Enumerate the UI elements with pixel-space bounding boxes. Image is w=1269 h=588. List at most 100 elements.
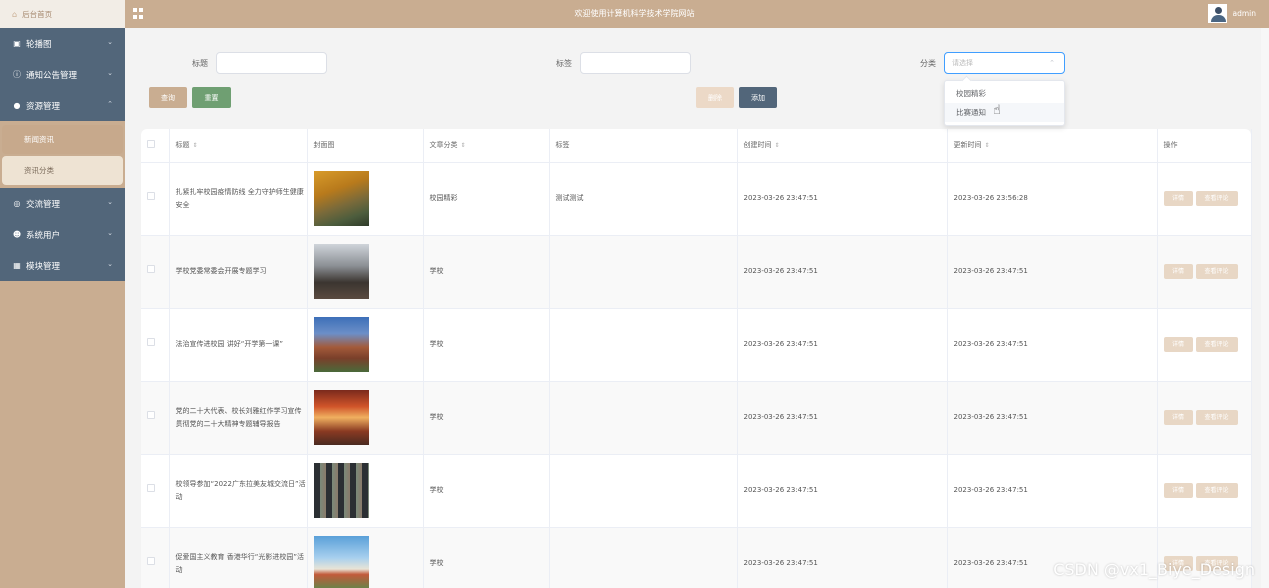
select-all-checkbox[interactable] bbox=[147, 140, 155, 149]
main-content: 标题 标签 分类 请选择 ⌃ 查询 重置 删除 添加 校园精彩 比赛通知 ☝ 标… bbox=[125, 28, 1269, 588]
tag-input[interactable] bbox=[580, 52, 691, 74]
sidebar-item-communication[interactable]: ◎ 交流管理 ⌄ bbox=[0, 188, 125, 219]
sidebar-subitem-news[interactable]: 新闻资讯 bbox=[2, 125, 123, 154]
cover-image[interactable] bbox=[313, 171, 369, 226]
view-comments-button[interactable]: 查看评论 bbox=[1195, 337, 1238, 352]
header-text: 更新时间 bbox=[953, 141, 982, 150]
cover-image[interactable] bbox=[313, 536, 369, 588]
row-checkbox[interactable] bbox=[147, 192, 155, 200]
row-checkbox[interactable] bbox=[147, 338, 155, 346]
cover-image[interactable] bbox=[313, 463, 369, 518]
hand-cursor-icon: ☝ bbox=[993, 103, 1001, 118]
tag-label: 标签 bbox=[556, 59, 572, 68]
row-checkbox[interactable] bbox=[147, 265, 155, 273]
view-comments-button[interactable]: 查看评论 bbox=[1195, 191, 1238, 206]
row-cover-cell bbox=[307, 235, 424, 309]
sort-icon[interactable]: ⇕ bbox=[461, 142, 466, 149]
select-all-cell[interactable] bbox=[141, 129, 170, 163]
row-select-cell[interactable] bbox=[141, 162, 170, 236]
sidebar-item-label: 模块管理 bbox=[26, 261, 61, 272]
detail-button[interactable]: 详情 bbox=[1163, 483, 1193, 498]
row-title: 校领导参加“2022广东拉美友城交流日”活动 bbox=[169, 454, 308, 528]
cover-image[interactable] bbox=[313, 390, 369, 445]
cover-image[interactable] bbox=[313, 317, 369, 372]
sort-icon[interactable]: ⇕ bbox=[775, 142, 780, 149]
row-created: 2023-03-26 23:47:51 bbox=[737, 454, 948, 528]
avatar[interactable] bbox=[1207, 4, 1227, 23]
column-header-created[interactable]: 创建时间 ⇕ bbox=[737, 129, 948, 163]
dropdown-option[interactable]: 校园精彩 bbox=[945, 84, 1064, 103]
sidebar-item-modules[interactable]: ▦ 模块管理 ⌄ bbox=[0, 250, 125, 281]
view-comments-button[interactable]: 查看评论 bbox=[1195, 264, 1238, 279]
title-input[interactable] bbox=[216, 52, 327, 74]
row-select-cell[interactable] bbox=[141, 454, 170, 528]
sidebar: ▣ 轮播图 ⌄ ⓘ 通知公告管理 ⌄ ● 资源管理 ⌃ 新闻资讯 资讯分类 ◎ … bbox=[0, 28, 125, 588]
detail-button[interactable]: 详情 bbox=[1163, 410, 1193, 425]
detail-button[interactable]: 详情 bbox=[1163, 337, 1193, 352]
chevron-down-icon: ⌄ bbox=[107, 260, 113, 268]
chevron-down-icon: ⌄ bbox=[107, 38, 113, 46]
sort-icon[interactable]: ⇕ bbox=[193, 142, 198, 149]
detail-button[interactable]: 详情 bbox=[1163, 264, 1193, 279]
reset-button[interactable]: 重置 bbox=[192, 87, 231, 108]
row-updated: 2023-03-26 23:47:51 bbox=[947, 308, 1158, 382]
detail-button[interactable]: 详情 bbox=[1163, 191, 1193, 206]
row-select-cell[interactable] bbox=[141, 235, 170, 309]
row-created: 2023-03-26 23:47:51 bbox=[737, 308, 948, 382]
cover-image[interactable] bbox=[313, 244, 369, 299]
column-header-title[interactable]: 标题 ⇕ bbox=[169, 129, 308, 163]
header-text: 标题 bbox=[175, 141, 190, 150]
image-icon: ▣ bbox=[13, 39, 21, 48]
row-cover-cell bbox=[307, 527, 424, 588]
sidebar-item-users[interactable]: ☻ 系统用户 ⌄ bbox=[0, 219, 125, 250]
row-checkbox[interactable] bbox=[147, 484, 155, 492]
chevron-down-icon: ⌄ bbox=[107, 198, 113, 206]
title-label: 标题 bbox=[192, 59, 208, 68]
vertical-scrollbar[interactable] bbox=[1261, 28, 1269, 588]
row-select-cell[interactable] bbox=[141, 527, 170, 588]
row-updated: 2023-03-26 23:56:28 bbox=[947, 162, 1158, 236]
sidebar-item-resources[interactable]: ● 资源管理 ⌃ bbox=[0, 90, 125, 121]
view-comments-button[interactable]: 查看评论 bbox=[1195, 410, 1238, 425]
delete-button[interactable]: 删除 bbox=[696, 87, 734, 108]
query-button[interactable]: 查询 bbox=[149, 87, 187, 108]
row-select-cell[interactable] bbox=[141, 381, 170, 455]
row-actions: 详情 查看评论 bbox=[1157, 381, 1252, 455]
sidebar-item-label: 轮播图 bbox=[26, 39, 52, 50]
add-button[interactable]: 添加 bbox=[739, 87, 777, 108]
row-category: 学校 bbox=[423, 381, 550, 455]
sidebar-item-carousel[interactable]: ▣ 轮播图 ⌄ bbox=[0, 28, 125, 59]
row-title: 法治宣传进校园 讲好“开学第一课” bbox=[169, 308, 308, 382]
column-header-category[interactable]: 文章分类 ⇕ bbox=[423, 129, 550, 163]
category-select[interactable]: 请选择 ⌃ bbox=[944, 52, 1065, 74]
row-cover-cell bbox=[307, 162, 424, 236]
submenu: 新闻资讯 资讯分类 bbox=[0, 121, 125, 188]
sidebar-subitem-news-category[interactable]: 资讯分类 bbox=[2, 156, 123, 185]
table-row: 党的二十大代表、校长刘雅红作学习宣传贯彻党的二十大精神专题辅导报告 学校 202… bbox=[141, 381, 1252, 455]
table-header-row: 标题 ⇕ 封面图 文章分类 ⇕ 标签 创建时间 ⇕ 更新时间 ⇕ 操作 bbox=[141, 129, 1252, 163]
header-text: 创建时间 bbox=[743, 141, 772, 150]
table-row: 校领导参加“2022广东拉美友城交流日”活动 学校 2023-03-26 23:… bbox=[141, 454, 1252, 528]
row-checkbox[interactable] bbox=[147, 557, 155, 565]
column-header-cover: 封面图 bbox=[307, 129, 424, 163]
category-dropdown: 校园精彩 比赛通知 ☝ bbox=[944, 80, 1065, 126]
sidebar-item-notices[interactable]: ⓘ 通知公告管理 ⌄ bbox=[0, 59, 125, 90]
column-header-actions: 操作 bbox=[1157, 129, 1252, 163]
row-category: 学校 bbox=[423, 235, 550, 309]
view-comments-button[interactable]: 查看评论 bbox=[1195, 483, 1238, 498]
user-menu[interactable]: admin bbox=[1207, 4, 1256, 23]
top-bar: ⌂ 后台首页 欢迎使用计算机科学技术学院网站 admin bbox=[0, 0, 1269, 28]
table-row: 扎紧扎牢校园疫情防线 全力守护师生健康安全 校园精彩 测试测试 2023-03-… bbox=[141, 162, 1252, 236]
column-header-updated[interactable]: 更新时间 ⇕ bbox=[947, 129, 1158, 163]
row-checkbox[interactable] bbox=[147, 411, 155, 419]
bulb-icon: ● bbox=[13, 101, 21, 110]
info-icon: ⓘ bbox=[13, 70, 21, 79]
row-select-cell[interactable] bbox=[141, 308, 170, 382]
row-created: 2023-03-26 23:47:51 bbox=[737, 162, 948, 236]
sort-icon[interactable]: ⇕ bbox=[985, 142, 990, 149]
row-created: 2023-03-26 23:47:51 bbox=[737, 381, 948, 455]
row-updated: 2023-03-26 23:47:51 bbox=[947, 381, 1158, 455]
dropdown-option[interactable]: 比赛通知 bbox=[945, 103, 1064, 122]
grid-icon: ▦ bbox=[13, 261, 21, 270]
row-title: 促爱国主义教育 香港华行“光影进校园”活动 bbox=[169, 527, 308, 588]
